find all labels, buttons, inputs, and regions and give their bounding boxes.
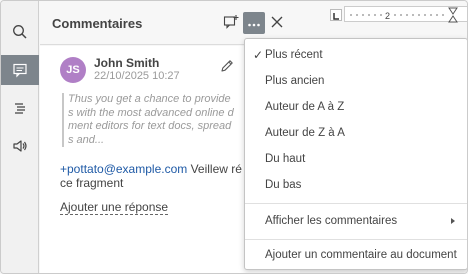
- menu-item-label: Afficher les commentaires: [265, 215, 398, 227]
- mention-link[interactable]: +pottato@example.com: [60, 162, 187, 176]
- checkmark-icon: ✓: [253, 48, 264, 62]
- add-reply-link[interactable]: Ajouter une réponse: [60, 200, 169, 215]
- menu-item-oldest[interactable]: Plus ancien: [245, 68, 467, 94]
- avatar: JS: [60, 57, 86, 83]
- speaker-icon: [12, 138, 28, 154]
- menu-divider: [245, 203, 467, 204]
- comment-icon: [12, 62, 28, 78]
- menu-item-add-document-comment[interactable]: Ajouter un commentaire au document: [245, 242, 467, 268]
- left-toolbar: [1, 1, 39, 273]
- quote-line: Thus you get a chance to provide: [68, 93, 231, 105]
- comment-text-line2: ce fragment: [60, 176, 124, 190]
- close-button[interactable]: [266, 12, 288, 34]
- menu-item-author-za[interactable]: Auteur de Z à A: [245, 120, 467, 146]
- app-frame: Commentaires JS John Smith 22/10/2025 10…: [0, 0, 468, 274]
- comment-text-rest: Veillew ré: [187, 162, 242, 176]
- search-icon: [12, 24, 28, 40]
- menu-item-label: Auteur de A à Z: [265, 101, 345, 113]
- quote-line: s with the most advanced online d: [68, 106, 234, 119]
- more-button[interactable]: [243, 12, 265, 34]
- menu-item-newest[interactable]: ✓ Plus récent: [245, 42, 467, 68]
- menu-item-show-comments[interactable]: Afficher les commentaires: [245, 208, 467, 234]
- menu-item-author-az[interactable]: Auteur de A à Z: [245, 94, 467, 120]
- horizontal-ruler[interactable]: 2: [344, 6, 467, 23]
- panel-title: Commentaires: [52, 16, 143, 31]
- menu-item-label: Plus récent: [265, 49, 323, 61]
- quote-line: s and...: [68, 133, 105, 146]
- menu-item-label: Auteur de Z à A: [265, 127, 345, 139]
- quote-line: ment editors for text docs, spread: [68, 120, 232, 132]
- ruler-number: 2: [385, 11, 390, 21]
- ruler-ticks: 2: [350, 7, 458, 23]
- speech-button[interactable]: [1, 131, 39, 161]
- comment-author: John Smith: [94, 56, 160, 70]
- quoted-text: Thus you get a chance to provide s with …: [62, 93, 262, 147]
- menu-item-label: Plus ancien: [265, 75, 325, 87]
- sort-menu: ✓ Plus récent Plus ancien Auteur de A à …: [244, 38, 467, 270]
- search-button[interactable]: [1, 17, 39, 47]
- submenu-arrow-icon: [451, 218, 455, 224]
- right-indent-marker[interactable]: [448, 15, 458, 23]
- navigation-icon: [12, 100, 28, 116]
- close-icon: [271, 16, 283, 31]
- navigation-button[interactable]: [1, 93, 39, 123]
- menu-divider: [245, 239, 467, 240]
- menu-item-bottom[interactable]: Du bas: [245, 172, 467, 198]
- add-comment-icon: [223, 14, 239, 33]
- first-line-indent-marker[interactable]: [448, 7, 458, 15]
- menu-item-label: Du bas: [265, 179, 302, 191]
- edit-icon[interactable]: [220, 59, 234, 76]
- comment-date: 22/10/2025 10:27: [94, 70, 180, 82]
- menu-item-top[interactable]: Du haut: [245, 146, 467, 172]
- more-icon: [247, 16, 261, 30]
- menu-item-label: Du haut: [265, 153, 306, 165]
- comments-button[interactable]: [1, 55, 39, 85]
- tab-stop-selector[interactable]: [330, 9, 342, 21]
- menu-item-label: Ajouter un commentaire au document: [265, 249, 457, 261]
- add-comment-button[interactable]: [220, 12, 242, 34]
